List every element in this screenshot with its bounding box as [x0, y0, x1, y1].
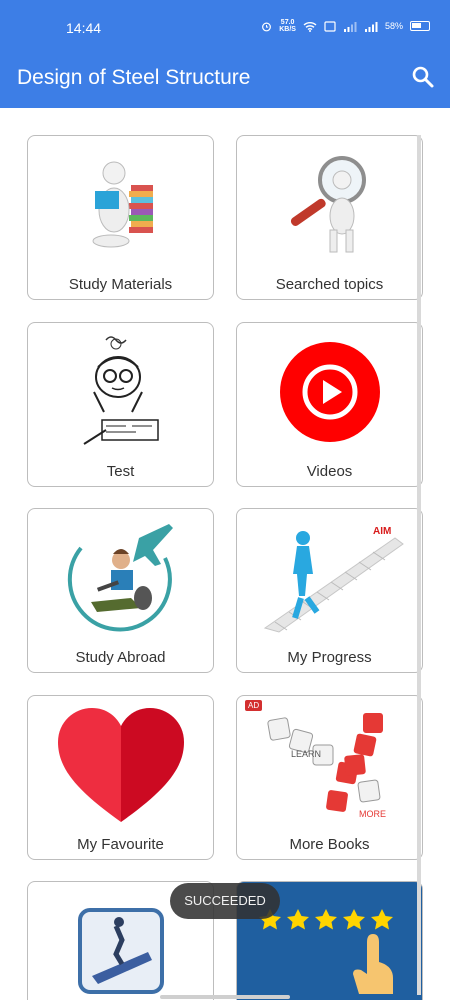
- menu-card-label: Test: [106, 463, 135, 480]
- signal-icon-2: [364, 21, 378, 32]
- airplane-student-icon: [28, 517, 213, 639]
- search-icon[interactable]: [410, 64, 436, 90]
- menu-card-test[interactable]: Test: [27, 322, 214, 487]
- volte-icon: [324, 20, 336, 32]
- learn-more-dice-icon: LEARN MORE: [237, 704, 422, 826]
- stairs-aim-icon: AIM: [237, 517, 422, 639]
- app-bar: Design of Steel Structure: [0, 48, 450, 108]
- menu-card-more-books[interactable]: AD LEARN MORE More Books: [236, 695, 423, 860]
- toast-message: SUCCEEDED: [170, 883, 280, 919]
- app-title: Design of Steel Structure: [17, 66, 251, 89]
- menu-card-my-favourite[interactable]: My Favourite: [27, 695, 214, 860]
- status-bar: 14:44 57.0 KB/S 58%: [0, 0, 450, 48]
- app-logo-icon: [28, 906, 213, 996]
- menu-card-label: My Progress: [287, 649, 372, 666]
- aim-text: AIM: [373, 526, 391, 537]
- magnifying-glass-person-icon: [237, 144, 422, 266]
- network-speed-unit: KB/S: [279, 26, 296, 33]
- menu-grid: Study Materials Searched topics Test Vid…: [0, 108, 450, 1000]
- menu-card-searched-topics[interactable]: Searched topics: [236, 135, 423, 300]
- status-time: 14:44: [66, 20, 102, 36]
- play-button-icon: [237, 331, 422, 453]
- status-icons: 57.0 KB/S 58%: [261, 19, 430, 33]
- scrollbar[interactable]: [417, 135, 421, 995]
- wifi-icon: [303, 21, 317, 32]
- menu-card-label: More Books: [289, 836, 370, 853]
- network-speed-value: 57.0: [280, 19, 295, 26]
- signal-icon: [343, 21, 357, 32]
- network-speed: 57.0 KB/S: [279, 19, 296, 33]
- menu-card-study-abroad[interactable]: Study Abroad: [27, 508, 214, 673]
- menu-card-my-progress[interactable]: AIM My Progress: [236, 508, 423, 673]
- menu-card-videos[interactable]: Videos: [236, 322, 423, 487]
- battery-icon: [410, 21, 430, 31]
- menu-card-label: Study Abroad: [75, 649, 166, 666]
- stressed-student-icon: [28, 331, 213, 453]
- menu-card-study-materials[interactable]: Study Materials: [27, 135, 214, 300]
- heart-icon: [28, 704, 213, 826]
- reading-person-icon: [28, 144, 213, 266]
- learn-text: LEARN: [291, 749, 321, 759]
- menu-card-label: Searched topics: [275, 276, 384, 293]
- battery-percent: 58%: [384, 21, 403, 31]
- more-text: MORE: [359, 809, 386, 819]
- menu-card-label: Videos: [306, 463, 353, 480]
- alarm-icon: [262, 22, 272, 31]
- home-indicator[interactable]: [160, 995, 290, 999]
- menu-card-label: My Favourite: [77, 836, 164, 853]
- menu-card-label: Study Materials: [68, 276, 173, 293]
